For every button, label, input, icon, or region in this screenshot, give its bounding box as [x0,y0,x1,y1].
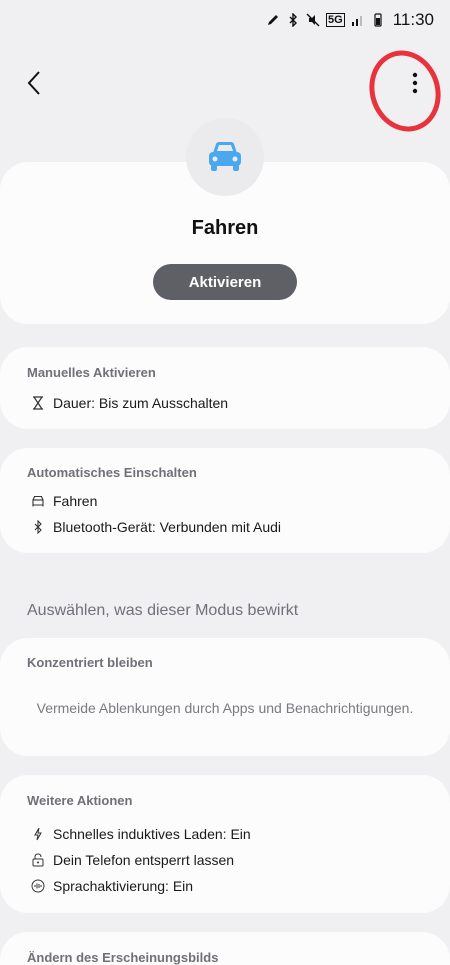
charging-row[interactable]: Schnelles induktives Laden: Ein [31,826,251,842]
highlight-annotation [359,41,450,141]
mute-icon [306,13,320,27]
auto-activation-title: Automatisches Einschalten [27,465,197,480]
duration-row[interactable]: Dauer: Bis zum Ausschalten [31,395,228,411]
voice-label: Sprachaktivierung: Ein [53,878,194,894]
status-time: 11:30 [392,10,434,29]
mode-title: Fahren [191,217,259,239]
bluetooth-trigger-label: Bluetooth-Gerät: Verbunden mit Audi [53,519,282,535]
car-outline-icon [31,494,45,508]
hourglass-icon [31,396,45,410]
unlock-row[interactable]: Dein Telefon entsperrt lassen [31,852,234,868]
driving-trigger-label: Fahren [53,493,98,509]
bluetooth-icon [31,520,45,534]
voice-icon [31,879,45,893]
more-actions-card[interactable]: Weitere Aktionen Schnelles induktives La… [0,775,450,913]
car-icon [209,142,241,171]
more-actions-title: Weitere Aktionen [27,793,133,808]
chevron-left-icon [27,71,40,95]
manual-activation-card[interactable]: Manuelles Aktivieren Dauer: Bis zum Auss… [0,347,450,429]
appearance-card[interactable]: Ändern des Erscheinungsbilds [0,932,450,965]
bluetooth-trigger-row[interactable]: Bluetooth-Gerät: Verbunden mit Audi [31,519,281,535]
focus-card[interactable]: Konzentriert bleiben Vermeide Ablenkunge… [0,638,450,756]
mode-icon [186,118,264,196]
pen-icon [268,15,279,25]
battery-icon [374,13,382,27]
duration-label: Dauer: Bis zum Ausschalten [53,395,229,411]
driving-trigger-row[interactable]: Fahren [31,493,97,509]
network-badge: 5G [326,13,345,27]
section-heading: Auswählen, was dieser Modus bewirkt [27,602,299,619]
appearance-title: Ändern des Erscheinungsbilds [27,950,219,965]
manual-activation-title: Manuelles Aktivieren [27,365,156,380]
back-button[interactable] [20,68,50,98]
bluetooth-status-icon [289,13,298,27]
activate-button[interactable]: Aktivieren [153,264,297,300]
focus-description: Vermeide Ablenkungen durch Apps und Bena… [36,700,414,716]
unlock-label: Dein Telefon entsperrt lassen [53,852,235,868]
signal-icon [351,16,362,26]
auto-activation-card[interactable]: Automatisches Einschalten Fahren Bluetoo… [0,448,450,553]
lock-open-icon [31,853,45,867]
charging-icon [31,827,45,841]
status-bar: 5G 11:30 [0,0,450,40]
charging-label: Schnelles induktives Laden: Ein [53,826,251,842]
focus-title: Konzentriert bleiben [27,655,153,670]
voice-row[interactable]: Sprachaktivierung: Ein [31,878,193,894]
